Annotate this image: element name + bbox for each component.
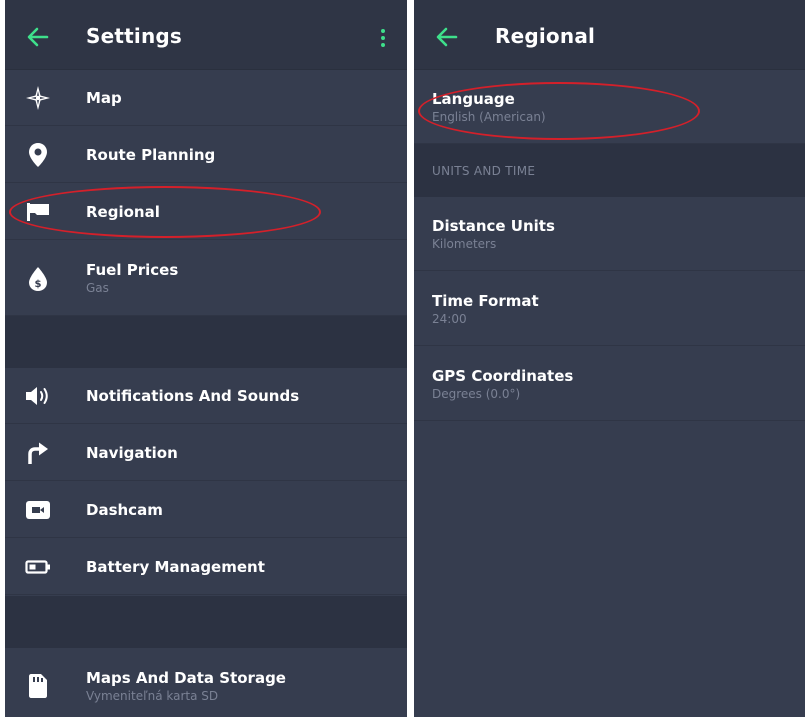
settings-item-value: Gas xyxy=(86,281,109,295)
arrow-left-icon xyxy=(436,27,458,47)
battery-icon xyxy=(23,553,53,581)
settings-item-label: Map xyxy=(86,89,122,107)
settings-item-maps-and-data-storage[interactable]: Maps And Data Storage Vymeniteľná karta … xyxy=(5,648,407,717)
settings-item-label: Fuel Prices xyxy=(86,261,179,279)
settings-item-value: Vymeniteľná karta SD xyxy=(86,689,219,703)
settings-panel: Settings Map Route Planning Regional $ F… xyxy=(5,0,407,717)
page-title: Settings xyxy=(86,24,183,48)
settings-item-map[interactable]: Map xyxy=(5,70,407,126)
settings-item-battery-management[interactable]: Battery Management xyxy=(5,539,407,595)
section-header: UNITS AND TIME xyxy=(414,144,805,197)
back-button[interactable] xyxy=(21,20,55,54)
sd-card-icon xyxy=(23,672,53,700)
settings-item-label: Maps And Data Storage xyxy=(86,669,286,687)
turn-arrow-icon xyxy=(23,439,53,467)
settings-top-bar: Settings xyxy=(5,0,407,70)
settings-item-route-planning[interactable]: Route Planning xyxy=(5,127,407,183)
regional-panel: Regional Language English (American) UNI… xyxy=(414,0,805,717)
more-vertical-icon xyxy=(381,29,385,33)
setting-value: 24:00 xyxy=(432,312,467,326)
settings-item-label: Navigation xyxy=(86,444,178,462)
settings-item-label: Notifications And Sounds xyxy=(86,387,300,405)
settings-item-label: Regional xyxy=(86,203,160,221)
section-divider xyxy=(5,316,407,368)
setting-language[interactable]: Language English (American) xyxy=(414,70,805,144)
more-options-button[interactable] xyxy=(371,24,395,52)
page-title: Regional xyxy=(495,24,596,48)
setting-distance-units[interactable]: Distance Units Kilometers xyxy=(414,197,805,271)
settings-item-label: Dashcam xyxy=(86,501,163,519)
speaker-icon xyxy=(23,382,53,410)
setting-label: GPS Coordinates xyxy=(432,367,574,385)
setting-gps-coordinates[interactable]: GPS Coordinates Degrees (0.0°) xyxy=(414,347,805,421)
settings-item-dashcam[interactable]: Dashcam xyxy=(5,482,407,538)
fuel-drop-icon: $ xyxy=(23,265,53,293)
settings-item-fuel-prices[interactable]: $ Fuel Prices Gas xyxy=(5,241,407,316)
setting-label: Time Format xyxy=(432,292,539,310)
svg-text:$: $ xyxy=(35,279,42,290)
settings-item-label: Battery Management xyxy=(86,558,265,576)
setting-value: Kilometers xyxy=(432,237,497,251)
settings-item-label: Route Planning xyxy=(86,146,216,164)
settings-item-regional[interactable]: Regional xyxy=(5,184,407,240)
settings-item-navigation[interactable]: Navigation xyxy=(5,425,407,481)
flag-icon xyxy=(23,198,53,226)
compass-rose-icon xyxy=(23,84,53,112)
setting-value: Degrees (0.0°) xyxy=(432,387,521,401)
setting-value: English (American) xyxy=(432,110,546,124)
location-pin-icon xyxy=(23,141,53,169)
setting-label: Distance Units xyxy=(432,217,555,235)
setting-label: Language xyxy=(432,90,515,108)
arrow-left-icon xyxy=(27,27,49,47)
section-header-label: UNITS AND TIME xyxy=(432,164,536,178)
setting-time-format[interactable]: Time Format 24:00 xyxy=(414,272,805,346)
regional-top-bar: Regional xyxy=(414,0,805,70)
back-button[interactable] xyxy=(430,20,464,54)
camera-icon xyxy=(23,496,53,524)
section-divider xyxy=(5,596,407,648)
settings-item-notifications-and-sounds[interactable]: Notifications And Sounds xyxy=(5,368,407,424)
